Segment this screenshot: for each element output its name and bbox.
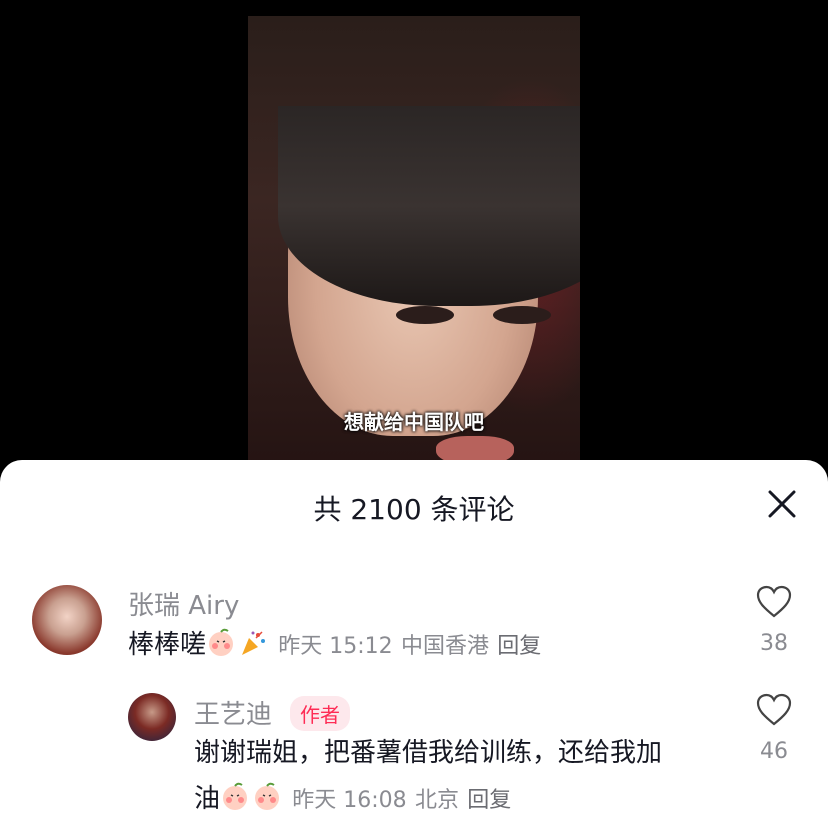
reply-location: 北京 bbox=[414, 788, 459, 813]
right-eye bbox=[493, 306, 551, 324]
peach-blush-emoji bbox=[255, 782, 280, 810]
comment-text: 棒棒嗟 bbox=[128, 630, 207, 660]
avatar[interactable] bbox=[32, 585, 102, 655]
author-badge: 作者 bbox=[290, 696, 350, 731]
person-face bbox=[278, 106, 580, 466]
like-button[interactable]: 46 bbox=[754, 693, 794, 764]
avatar[interactable] bbox=[128, 693, 176, 741]
comments-panel: 共 2100 条评论 张瑞 Airy 棒棒嗟 昨天 15:12 中国香港 回复 … bbox=[0, 460, 828, 831]
peach-blush-emoji bbox=[209, 628, 234, 656]
left-eye bbox=[396, 306, 454, 324]
close-icon[interactable] bbox=[766, 488, 798, 520]
like-count: 38 bbox=[760, 631, 788, 656]
comment-time: 昨天 15:12 bbox=[278, 634, 393, 659]
reply-time: 昨天 16:08 bbox=[292, 788, 407, 813]
comment-username[interactable]: 张瑞 Airy bbox=[128, 585, 239, 622]
reply-body-line2: 油 昨天 16:08 北京 回复 bbox=[194, 775, 511, 825]
video-subtitle: 想献给中国队吧 bbox=[344, 410, 484, 434]
hair bbox=[278, 106, 580, 306]
reply-text-line2: 油 bbox=[194, 784, 221, 814]
reply-link[interactable]: 回复 bbox=[497, 634, 541, 659]
peach-blush-emoji bbox=[223, 782, 248, 810]
reply-text-line1: 谢谢瑞姐，把番薯借我给训练，还给我加 bbox=[194, 738, 663, 768]
party-popper-emoji bbox=[242, 631, 266, 655]
heart-icon bbox=[756, 585, 792, 618]
video-player[interactable]: 想献给中国队吧 bbox=[248, 16, 580, 476]
like-count: 46 bbox=[760, 739, 788, 764]
comments-count-title: 共 2100 条评论 bbox=[313, 493, 515, 526]
comment-body: 棒棒嗟 昨天 15:12 中国香港 回复 bbox=[128, 621, 541, 671]
like-button[interactable]: 38 bbox=[754, 585, 794, 656]
reply-link[interactable]: 回复 bbox=[467, 788, 511, 813]
heart-icon bbox=[756, 693, 792, 726]
reply-username[interactable]: 王艺迪 bbox=[194, 694, 272, 731]
comment-location: 中国香港 bbox=[400, 634, 489, 659]
